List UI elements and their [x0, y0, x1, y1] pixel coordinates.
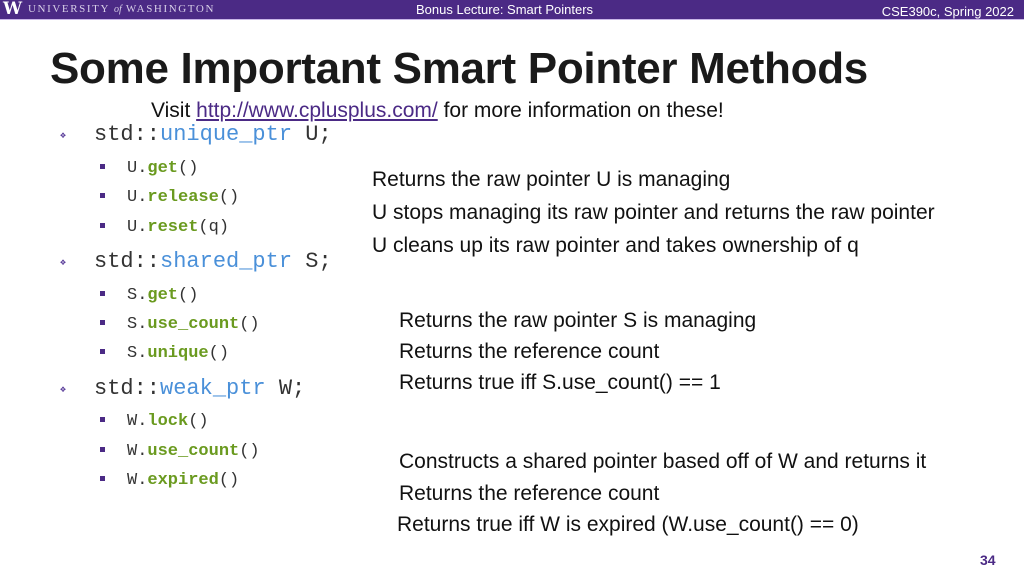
method-description: Returns true iff W is expired (W.use_cou… [397, 513, 859, 536]
slide-title: Some Important Smart Pointer Methods [50, 44, 868, 93]
method-description: Returns the raw pointer U is managing [372, 168, 731, 191]
method-description: U stops managing its raw pointer and ret… [372, 201, 935, 224]
page-number: 34 [980, 552, 996, 568]
method-description: U cleans up its raw pointer and takes ow… [372, 234, 859, 257]
square-bullet-icon [100, 476, 105, 481]
course-label: CSE390c, Spring 2022 [881, 4, 1014, 19]
square-bullet-icon [100, 164, 105, 169]
slide-subtitle: Visit http://www.cplusplus.com/ for more… [151, 99, 724, 122]
square-bullet-icon [100, 320, 105, 325]
method-description: Returns true iff S.use_count() == 1 [399, 371, 721, 394]
diamond-bullet-icon: ❖ [60, 385, 67, 396]
square-bullet-icon [100, 223, 105, 228]
uw-logo-icon: W [3, 0, 23, 19]
method-description: Returns the raw pointer S is managing [399, 309, 757, 332]
lecture-title: Bonus Lecture: Smart Pointers [416, 2, 594, 17]
square-bullet-icon [100, 349, 105, 354]
square-bullet-icon [100, 447, 105, 452]
university-name: UNIVERSITY of WASHINGTON [28, 3, 216, 15]
diamond-bullet-icon: ❖ [60, 131, 67, 142]
header-bar: W UNIVERSITY of WASHINGTON Bonus Lecture… [0, 0, 1024, 20]
square-bullet-icon [100, 417, 105, 422]
square-bullet-icon [100, 291, 105, 296]
method-description: Returns the reference count [399, 482, 660, 505]
diamond-bullet-icon: ❖ [60, 258, 67, 269]
method-description: Constructs a shared pointer based off of… [399, 450, 927, 473]
method-description: Returns the reference count [399, 340, 660, 363]
square-bullet-icon [100, 193, 105, 198]
cplusplus-link[interactable]: http://www.cplusplus.com/ [196, 99, 438, 122]
